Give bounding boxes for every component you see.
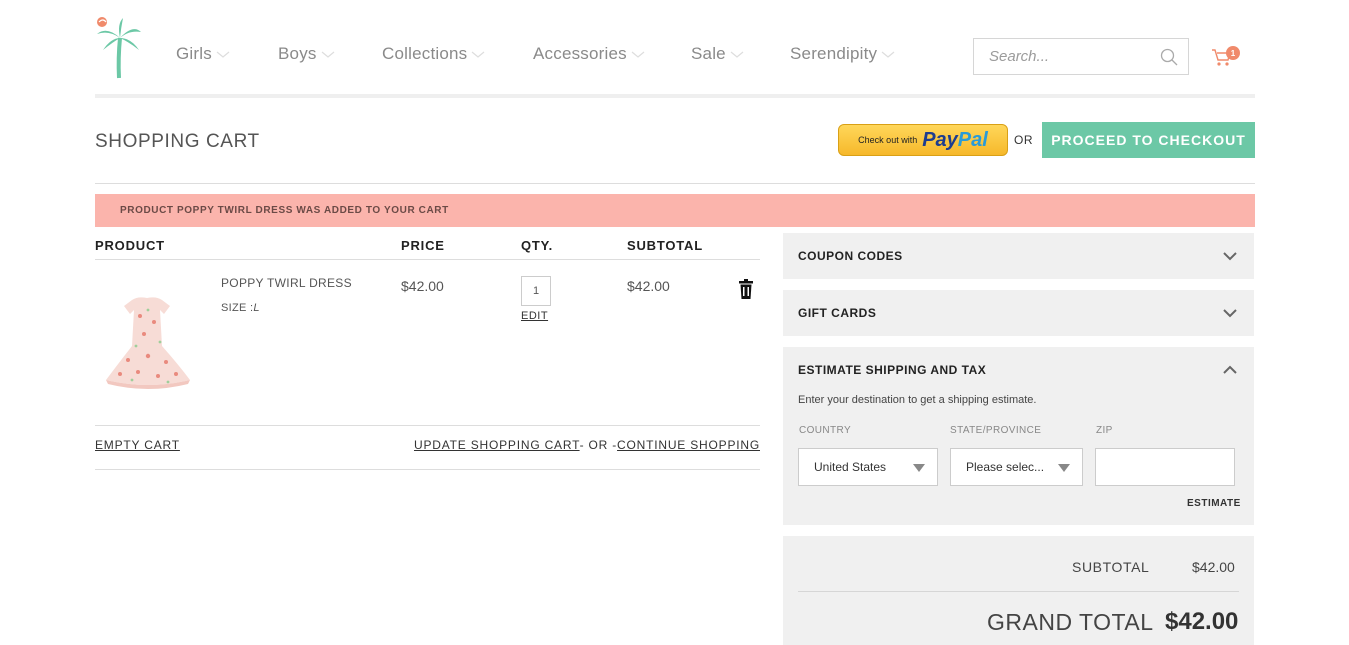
chevron-down-icon [881, 51, 895, 58]
chevron-down-icon [631, 51, 645, 58]
quantity-input[interactable] [521, 276, 551, 306]
proceed-to-checkout-button[interactable]: PROCEED TO CHECKOUT [1042, 122, 1255, 158]
country-label: COUNTRY [799, 425, 852, 436]
coupon-codes-title: COUPON CODES [798, 249, 903, 263]
nav-label: Serendipity [790, 44, 878, 63]
nav-item-sale[interactable]: Sale [691, 44, 744, 64]
product-size: SIZE :L [221, 302, 260, 314]
totals-divider [798, 591, 1239, 592]
paypal-small-label: Check out with [858, 135, 918, 145]
caret-down-icon [1058, 464, 1070, 472]
chevron-down-icon [471, 51, 485, 58]
trash-icon[interactable] [738, 279, 754, 299]
success-notice: PRODUCT POPPY TWIRL DRESS WAS ADDED TO Y… [95, 194, 1255, 227]
subtotal-value: $42.00 [1192, 559, 1235, 575]
estimate-button[interactable]: ESTIMATE [1187, 498, 1241, 509]
state-select-value: Please selec... [966, 460, 1045, 474]
estimate-shipping-panel: ESTIMATE SHIPPING AND TAX [783, 347, 1254, 525]
row-divider [95, 425, 760, 426]
chevron-down-icon [216, 51, 230, 58]
country-select-value: United States [814, 460, 887, 474]
empty-cart-link[interactable]: EMPTY CART [95, 438, 180, 452]
product-name[interactable]: POPPY TWIRL DRESS [221, 276, 352, 290]
continue-shopping-link[interactable]: CONTINUE SHOPPING [617, 438, 760, 452]
cart-actions: UPDATE SHOPPING CART- OR -CONTINUE SHOPP… [414, 438, 760, 452]
paypal-logo-pay: Pay [922, 128, 958, 151]
update-shopping-cart-link[interactable]: UPDATE SHOPPING CART [414, 438, 580, 452]
nav-label: Girls [176, 44, 212, 63]
nav-label: Sale [691, 44, 726, 63]
palm-tree-logo[interactable] [95, 16, 143, 80]
estimate-shipping-title[interactable]: ESTIMATE SHIPPING AND TAX [798, 363, 986, 377]
page-title: SHOPPING CART [95, 131, 260, 152]
header-divider [95, 94, 1255, 98]
zip-label: ZIP [1096, 425, 1113, 436]
search-box [973, 38, 1189, 75]
column-header-product: PRODUCT [95, 238, 165, 253]
bottom-divider [95, 469, 760, 470]
title-divider [95, 183, 1255, 184]
chevron-down-icon [321, 51, 334, 58]
product-size-label: SIZE : [221, 302, 254, 314]
search-icon[interactable] [1160, 48, 1178, 66]
chevron-down-icon [730, 51, 744, 58]
nav-item-collections[interactable]: Collections [382, 44, 485, 64]
gift-cards-panel[interactable]: GIFT CARDS [783, 290, 1254, 336]
nav-item-accessories[interactable]: Accessories [533, 44, 645, 64]
column-header-qty: QTY. [521, 238, 554, 253]
or-separator: OR [1014, 133, 1033, 147]
search-input[interactable] [989, 48, 1149, 65]
subtotal-label: SUBTOTAL [1072, 559, 1150, 575]
product-image[interactable] [98, 276, 196, 406]
coupon-codes-panel[interactable]: COUPON CODES [783, 233, 1254, 279]
nav-item-boys[interactable]: Boys [278, 44, 335, 64]
nav-label: Accessories [533, 44, 627, 63]
paypal-logo-pal: Pal [957, 128, 988, 151]
shipping-description: Enter your destination to get a shipping… [798, 394, 1037, 406]
state-select[interactable]: Please selec... [950, 448, 1083, 486]
or-separator-text: - OR - [579, 438, 618, 452]
item-price: $42.00 [401, 278, 444, 294]
nav-item-serendipity[interactable]: Serendipity [790, 44, 895, 64]
state-label: STATE/PROVINCE [950, 425, 1042, 436]
product-size-value: L [253, 302, 260, 314]
zip-input[interactable] [1095, 448, 1235, 486]
chevron-down-icon [1223, 309, 1237, 318]
cart-count-badge: 1 [1226, 46, 1240, 60]
caret-down-icon [913, 464, 925, 472]
column-header-subtotal: SUBTOTAL [627, 238, 703, 253]
item-subtotal: $42.00 [627, 278, 670, 294]
nav-label: Collections [382, 44, 468, 63]
chevron-down-icon [1223, 252, 1237, 261]
grand-total-label: GRAND TOTAL [987, 609, 1154, 635]
grand-total-value: $42.00 [1165, 608, 1239, 635]
chevron-up-icon[interactable] [1222, 365, 1238, 375]
gift-cards-title: GIFT CARDS [798, 306, 877, 320]
nav-item-girls[interactable]: Girls [176, 44, 230, 64]
country-select[interactable]: United States [798, 448, 938, 486]
column-header-price: PRICE [401, 238, 445, 253]
header-divider-line [95, 259, 760, 260]
paypal-checkout-button[interactable]: Check out with Pay Pal [838, 124, 1008, 156]
edit-item-link[interactable]: EDIT [521, 310, 548, 322]
nav-label: Boys [278, 44, 317, 63]
